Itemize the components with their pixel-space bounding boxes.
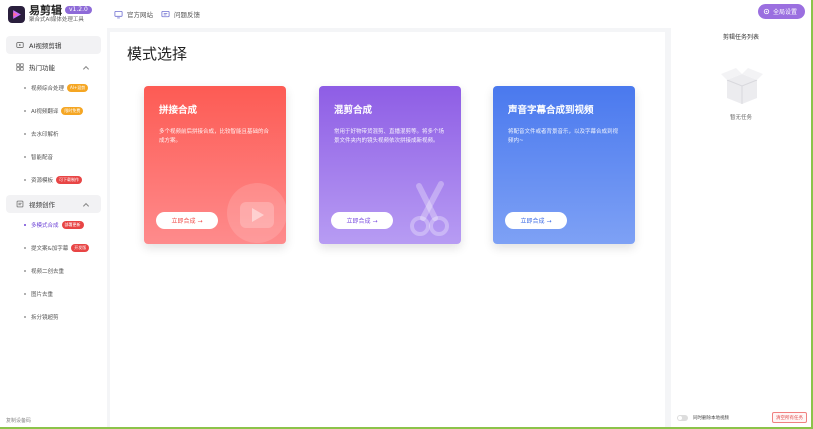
compose-now-button[interactable]: 立即合成 →	[156, 212, 218, 229]
copy-device-code-link[interactable]: 复制设备码	[6, 417, 31, 424]
sidebar-item-ai-video-translate[interactable]: AI视频翻译 限时免费	[0, 99, 107, 122]
main-panel: 模式选择 拼接合成 多个视频前后拼接合成，比较智能且基础的合成方案。 立即合成 …	[110, 32, 665, 427]
scissors-icon	[410, 181, 449, 236]
chevron-up-icon	[82, 65, 90, 70]
message-icon	[161, 10, 170, 17]
sidebar: AI视频剪辑 热门功能 视频综合处理 AI+混剪 AI视频翻译 限时免费 去水印解析…	[0, 28, 107, 427]
sidebar-item-video-processing[interactable]: 视频综合处理 AI+混剪	[0, 76, 107, 99]
sidebar-item-image-dedup[interactable]: 图片去重	[0, 282, 107, 305]
compose-now-button[interactable]: 立即合成 →	[331, 212, 393, 229]
film-icon	[16, 42, 24, 48]
official-site-label: 官方网站	[127, 11, 153, 19]
feedback-link[interactable]: 问题反馈	[161, 9, 200, 19]
sidebar-item-smart-dubbing[interactable]: 智能配音	[0, 145, 107, 168]
card-description: 多个视频前后拼接合成，比较智能且基础的合成方案。	[159, 129, 270, 144]
sidebar-item-label: AI视频剪辑	[29, 42, 62, 50]
mode-card-concat[interactable]: 拼接合成 多个视频前后拼接合成，比较智能且基础的合成方案。 立即合成 →	[144, 86, 286, 244]
sidebar-group-label: 视频创作	[29, 201, 55, 209]
card-description: 常用于好物带货混剪、直播混剪等。将多个场景文件夹内的镜头视频依次拼接成新视频。	[334, 129, 445, 144]
clear-all-tasks-button[interactable]: 清空所有任务	[772, 412, 807, 423]
global-settings-label: 全局设置	[772, 9, 797, 16]
sidebar-item-resource-templates[interactable]: 资源模板 可下载制作	[0, 168, 107, 191]
task-list-title: 剪辑任务列表	[722, 34, 759, 41]
app-name: 易剪辑	[29, 3, 62, 17]
mode-card-audio-subtitle[interactable]: 声音字幕合成到视频 将配音文件或者背景音乐，以及字幕合成到视频内~ 立即合成 →	[493, 86, 635, 244]
task-list-panel: 剪辑任务列表 暂无任务 同时删除本地视频 清空所有任务	[671, 28, 811, 427]
global-settings-button[interactable]: 全局设置	[757, 4, 805, 19]
clear-all-label: 清空所有任务	[776, 415, 803, 421]
empty-box-icon	[721, 68, 763, 104]
status-badge: 限时免费	[61, 106, 84, 115]
monitor-icon	[114, 10, 123, 18]
page-title: 模式选择	[127, 45, 188, 63]
feedback-label: 问题反馈	[174, 11, 200, 19]
sidebar-item-ai-video-edit[interactable]: AI视频剪辑	[6, 36, 101, 54]
status-badge: 开发版	[71, 243, 90, 252]
sidebar-group-video-creation[interactable]: 视频创作	[6, 195, 101, 213]
sidebar-group-hot-features[interactable]: 热门功能	[6, 58, 101, 76]
sidebar-group-label: 热门功能	[29, 64, 55, 72]
status-badge: AI+混剪	[67, 83, 89, 92]
edit-doc-icon	[16, 200, 24, 208]
mode-card-mix[interactable]: 混剪合成 常用于好物带货混剪、直播混剪等。将多个场景文件夹内的镜头视频依次拼接成…	[319, 86, 461, 244]
status-badge: 可下载制作	[56, 175, 83, 184]
delete-local-toggle[interactable]	[677, 415, 688, 421]
sidebar-item-extract-subtitles[interactable]: 提文案&加字幕 开发版	[0, 236, 107, 259]
compose-now-button[interactable]: 立即合成 →	[505, 212, 567, 229]
empty-state-text: 暂无任务	[729, 115, 752, 121]
sidebar-item-multi-mode-compose[interactable]: 多模式合成 部署更新	[0, 213, 107, 236]
sidebar-item-watermark-removal[interactable]: 去水印解析	[0, 122, 107, 145]
card-description: 将配音文件或者背景音乐，以及字幕合成到视频内~	[508, 129, 619, 144]
grid-icon	[16, 63, 24, 71]
brand: 易剪辑 v1.2.0 聚合式AI媒体处理工具	[0, 5, 110, 24]
card-title: 拼接合成	[159, 105, 198, 116]
sidebar-item-split-shots[interactable]: 拆分镜超剪	[0, 305, 107, 328]
card-title: 混剪合成	[334, 105, 373, 116]
app-logo-icon	[8, 5, 25, 23]
status-badge: 部署更新	[61, 220, 84, 229]
top-bar: 易剪辑 v1.2.0 聚合式AI媒体处理工具 官方网站 问题反馈 全局设置	[0, 0, 811, 28]
gear-icon	[763, 8, 770, 15]
delete-local-label: 同时删除本地视频	[693, 416, 729, 421]
app-subtitle: 聚合式AI媒体处理工具	[29, 16, 84, 23]
video-play-icon	[227, 183, 286, 243]
card-title: 声音字幕合成到视频	[508, 105, 594, 116]
sidebar-item-video-dedup[interactable]: 视频二创去重	[0, 259, 107, 282]
chevron-up-icon	[82, 202, 90, 207]
version-badge: v1.2.0	[65, 6, 92, 15]
official-site-link[interactable]: 官方网站	[114, 9, 153, 19]
